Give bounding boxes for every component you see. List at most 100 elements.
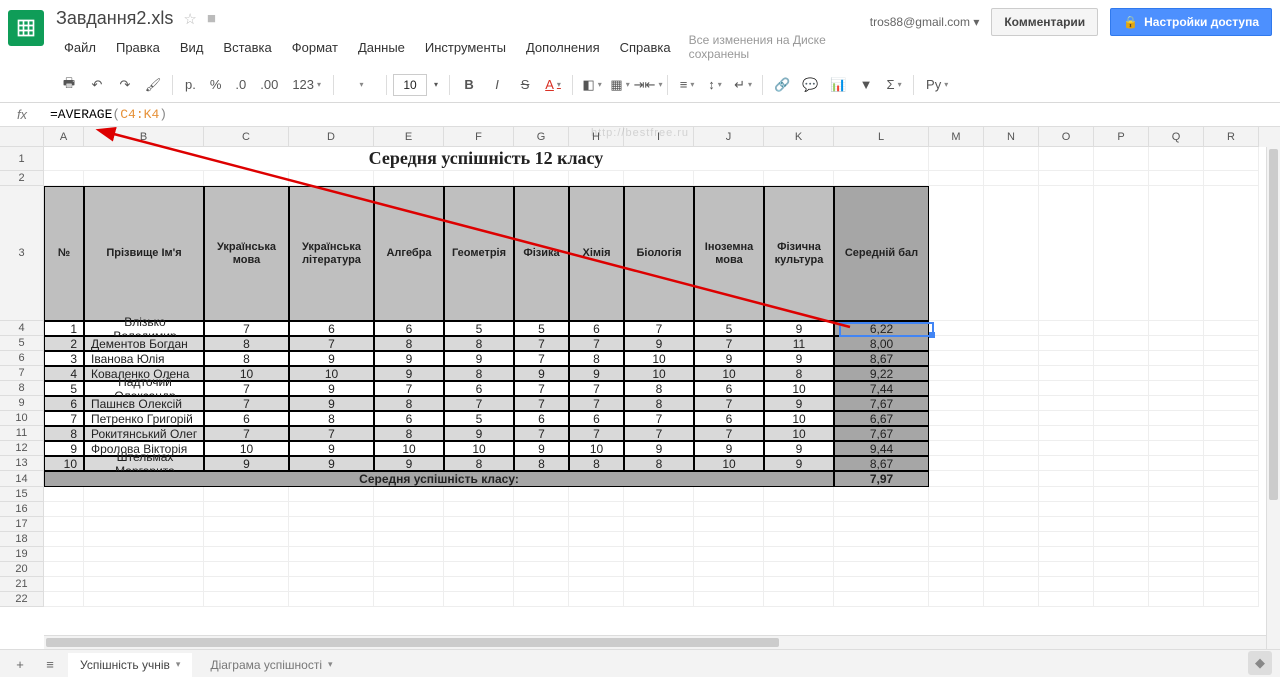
cell[interactable] [764, 592, 834, 607]
chart-icon[interactable]: 📊 [825, 72, 851, 98]
cell[interactable]: 9 [514, 366, 569, 381]
cell[interactable] [1094, 381, 1149, 396]
cell[interactable] [1204, 336, 1259, 351]
cell[interactable] [1149, 426, 1204, 441]
cell[interactable] [374, 502, 444, 517]
cell[interactable]: 7 [204, 321, 289, 336]
cell[interactable]: 7 [204, 426, 289, 441]
cell[interactable] [1149, 396, 1204, 411]
cell[interactable]: Хімія [569, 186, 624, 321]
cell[interactable] [929, 456, 984, 471]
cell[interactable]: 9 [374, 456, 444, 471]
cell[interactable] [1149, 547, 1204, 562]
menu-file[interactable]: Файл [56, 36, 104, 59]
cell[interactable]: 8 [569, 351, 624, 366]
cell[interactable] [204, 532, 289, 547]
cell[interactable] [929, 147, 984, 171]
sheet-tab[interactable]: Діаграма успішності▾ [198, 653, 344, 677]
cell[interactable]: 5 [694, 321, 764, 336]
cell[interactable] [929, 547, 984, 562]
cell[interactable]: 9 [374, 351, 444, 366]
row-header[interactable]: 12 [0, 441, 44, 456]
cell[interactable] [834, 171, 929, 186]
cell[interactable] [1204, 487, 1259, 502]
cell[interactable] [1149, 562, 1204, 577]
cell[interactable] [1204, 532, 1259, 547]
cell[interactable] [1149, 471, 1204, 487]
cell[interactable] [984, 562, 1039, 577]
cell[interactable] [84, 171, 204, 186]
cell[interactable]: 7,44 [834, 381, 929, 396]
cell[interactable] [929, 336, 984, 351]
vertical-scrollbar[interactable] [1266, 147, 1280, 649]
col-header[interactable]: D [289, 127, 374, 147]
cell[interactable] [834, 532, 929, 547]
cell[interactable]: 8 [764, 366, 834, 381]
link-icon[interactable]: 🔗 [769, 72, 795, 98]
cell[interactable]: 5 [444, 321, 514, 336]
cell[interactable] [289, 171, 374, 186]
cell[interactable] [444, 562, 514, 577]
all-sheets-button[interactable]: ≡ [38, 654, 62, 676]
cell[interactable]: 8,67 [834, 456, 929, 471]
italic-icon[interactable]: I [484, 72, 510, 98]
cell[interactable] [1039, 186, 1094, 321]
cell[interactable]: 9 [764, 351, 834, 366]
cell[interactable]: 7 [444, 396, 514, 411]
cell[interactable] [929, 502, 984, 517]
cell[interactable] [374, 532, 444, 547]
cell[interactable] [929, 487, 984, 502]
cell[interactable] [1039, 441, 1094, 456]
cell[interactable] [289, 562, 374, 577]
cell[interactable] [444, 502, 514, 517]
cell[interactable] [514, 171, 569, 186]
row-header[interactable]: 4 [0, 321, 44, 336]
cell[interactable] [764, 502, 834, 517]
cell[interactable] [204, 592, 289, 607]
cell[interactable] [289, 517, 374, 532]
valign-icon[interactable]: ↕ [702, 72, 728, 98]
cell[interactable] [569, 502, 624, 517]
cell[interactable] [44, 577, 84, 592]
cell[interactable] [624, 577, 694, 592]
cell[interactable] [984, 171, 1039, 186]
cell[interactable]: 8 [374, 426, 444, 441]
cell[interactable] [289, 592, 374, 607]
cell[interactable] [514, 487, 569, 502]
row-header[interactable]: 2 [0, 171, 44, 186]
cell[interactable] [569, 577, 624, 592]
col-header[interactable]: B [84, 127, 204, 147]
cell[interactable] [1204, 396, 1259, 411]
cell[interactable] [1039, 366, 1094, 381]
share-button[interactable]: 🔒Настройки доступа [1110, 8, 1272, 36]
halign-icon[interactable]: ≡ [674, 72, 700, 98]
cell[interactable] [1149, 502, 1204, 517]
col-header[interactable]: Q [1149, 127, 1204, 147]
cell[interactable]: 7 [44, 411, 84, 426]
cell[interactable]: Українська мова [204, 186, 289, 321]
cell[interactable]: 9 [514, 441, 569, 456]
cell[interactable]: 6 [444, 381, 514, 396]
cell[interactable]: Іноземна мова [694, 186, 764, 321]
cell[interactable] [1149, 366, 1204, 381]
menu-tools[interactable]: Инструменты [417, 36, 514, 59]
cell[interactable] [289, 487, 374, 502]
cell[interactable]: Пашнєв Олексій [84, 396, 204, 411]
cell[interactable]: 7 [569, 396, 624, 411]
cell[interactable]: 7,67 [834, 396, 929, 411]
cell[interactable] [1204, 577, 1259, 592]
summary-value[interactable]: 7,97 [834, 471, 929, 487]
cell[interactable] [1094, 351, 1149, 366]
cell[interactable] [984, 186, 1039, 321]
cell[interactable]: 8 [444, 366, 514, 381]
doc-title[interactable]: Завдання2.xls [56, 8, 173, 29]
cell[interactable] [1094, 532, 1149, 547]
menu-format[interactable]: Формат [284, 36, 346, 59]
row-header[interactable]: 19 [0, 547, 44, 562]
cell[interactable] [1094, 366, 1149, 381]
cell[interactable] [929, 186, 984, 321]
cell[interactable] [84, 547, 204, 562]
cell[interactable]: 8 [44, 426, 84, 441]
cell[interactable] [1149, 577, 1204, 592]
cell[interactable]: 6 [569, 321, 624, 336]
